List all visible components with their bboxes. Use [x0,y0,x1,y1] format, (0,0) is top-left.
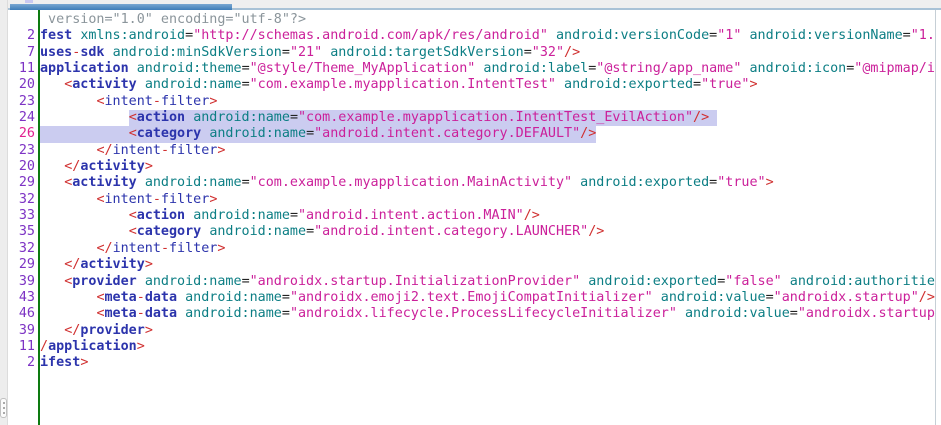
splitter-grip[interactable] [0,398,7,418]
code-line[interactable]: 29 </activity> [8,257,935,273]
line-text: /application> [8,339,935,355]
line-text: application android:theme="@style/Theme_… [8,61,935,77]
line-text: <meta-data android:name="androidx.emoji2… [8,290,935,306]
code-line[interactable]: 35 <category android:name="android.inten… [8,224,935,240]
line-text: <intent-filter> [8,94,935,110]
line-text: </activity> [8,159,935,175]
line-text: fest xmlns:android="http://schemas.andro… [8,28,935,44]
code-area[interactable]: version="1.0" encoding="utf-8"?>2fest xm… [8,12,935,372]
line-text: <category android:name="android.intent.c… [8,224,935,240]
line-text: </intent-filter> [8,241,935,257]
line-text: <category android:name="android.intent.c… [8,126,935,142]
right-strip [935,10,941,425]
line-text: <intent-filter> [8,192,935,208]
code-line[interactable]: 2ifest> [8,355,935,371]
code-line[interactable]: 2fest xmlns:android="http://schemas.andr… [8,28,935,44]
line-text: <activity android:name="com.example.myap… [8,175,935,191]
code-line[interactable]: 32 </intent-filter> [8,241,935,257]
code-line[interactable]: 24 <action android:name="com.example.mya… [8,110,935,126]
code-line[interactable]: version="1.0" encoding="utf-8"?> [8,12,935,28]
line-text: <action android:name="android.intent.act… [8,208,935,224]
code-line[interactable]: 33 <action android:name="android.intent.… [8,208,935,224]
code-line[interactable]: 32 <intent-filter> [8,192,935,208]
code-line[interactable]: 11application android:theme="@style/Them… [8,61,935,77]
code-line[interactable]: 39 <provider android:name="androidx.star… [8,274,935,290]
code-line[interactable]: 29 <activity android:name="com.example.m… [8,175,935,191]
line-text: </provider> [8,323,935,339]
line-text: version="1.0" encoding="utf-8"?> [8,12,935,28]
code-line[interactable]: 20 <activity android:name="com.example.m… [8,77,935,93]
line-text: <activity android:name="com.example.myap… [8,77,935,93]
gutter-divider [38,10,40,425]
line-text: </activity> [8,257,935,273]
line-text: <meta-data android:name="androidx.lifecy… [8,306,935,322]
line-text: </intent-filter> [8,143,935,159]
code-line[interactable]: 39 </provider> [8,323,935,339]
code-line[interactable]: 7uses-sdk android:minSdkVersion="21" and… [8,45,935,61]
scroll-marker [25,0,33,3]
line-text: <provider android:name="androidx.startup… [8,274,935,290]
line-text: uses-sdk android:minSdkVersion="21" andr… [8,45,935,61]
left-panel-strip [0,0,8,425]
code-line[interactable]: 23 </intent-filter> [8,143,935,159]
code-line[interactable]: 46 <meta-data android:name="androidx.lif… [8,306,935,322]
code-editor[interactable]: version="1.0" encoding="utf-8"?>2fest xm… [8,10,935,425]
code-line[interactable]: 11/application> [8,339,935,355]
screenshot-root: { "chrome": { "top_scrollbar": { "thumb_… [0,0,941,425]
line-text: ifest> [8,355,935,371]
code-line[interactable]: 26 <category android:name="android.inten… [8,126,935,142]
code-line[interactable]: 43 <meta-data android:name="androidx.emo… [8,290,935,306]
line-text: <action android:name="com.example.myappl… [8,110,935,126]
code-line[interactable]: 23 <intent-filter> [8,94,935,110]
code-line[interactable]: 20 </activity> [8,159,935,175]
